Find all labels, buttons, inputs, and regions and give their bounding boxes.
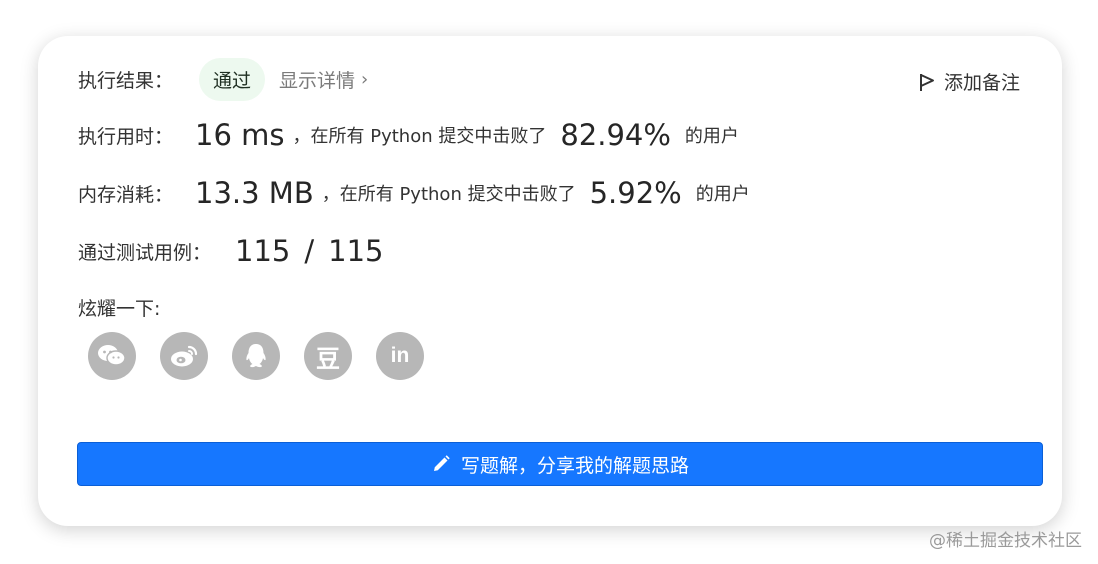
runtime-suffix: 的用户 [684, 126, 739, 147]
share-row-label: 炫耀一下: [78, 294, 160, 321]
douban-icon[interactable]: 豆 [304, 332, 352, 380]
share-label: 炫耀一下: [78, 298, 161, 320]
chevron-right-icon: › [361, 69, 369, 90]
runtime-row: 执行用时： 16 ms ，在所有 Python 提交中击败了 82.94% 的用… [78, 118, 739, 152]
weibo-icon[interactable] [160, 332, 208, 380]
tests-row: 通过测试用例： 115 / 115 [78, 234, 384, 268]
memory-label: 内存消耗： [78, 183, 174, 206]
result-label: 执行结果： [78, 70, 174, 92]
show-details-link[interactable]: 显示详情 › [279, 66, 368, 93]
add-note-button[interactable]: 添加备注 [918, 68, 1020, 95]
write-solution-button[interactable]: 写题解，分享我的解题思路 [77, 442, 1043, 486]
runtime-prefix: ，在所有 Python 提交中击败了 [292, 126, 547, 147]
tests-passed: 115 [235, 234, 291, 268]
wechat-icon[interactable] [88, 332, 136, 380]
linkedin-glyph: in [390, 344, 410, 367]
qq-icon[interactable] [232, 332, 280, 380]
memory-value: 13.3 MB [195, 176, 314, 210]
memory-suffix: 的用户 [695, 184, 750, 205]
result-card: 执行结果： 通过 显示详情 › 添加备注 执行用时： 16 ms ，在所有 Py… [38, 36, 1062, 526]
tests-label: 通过测试用例： [78, 241, 212, 264]
memory-row: 内存消耗： 13.3 MB ，在所有 Python 提交中击败了 5.92% 的… [78, 176, 750, 210]
tests-separator: / [304, 234, 315, 268]
memory-prefix: ，在所有 Python 提交中击败了 [321, 184, 576, 205]
share-icons: 豆 in [88, 332, 448, 380]
flag-icon [919, 73, 934, 91]
write-solution-label: 写题解，分享我的解题思路 [460, 454, 689, 477]
tests-total: 115 [328, 234, 384, 268]
add-note-label: 添加备注 [943, 72, 1020, 94]
runtime-value: 16 ms [195, 118, 285, 152]
result-row: 执行结果： 通过 显示详情 › [78, 58, 368, 101]
pencil-icon [433, 455, 450, 471]
runtime-percent: 82.94% [560, 118, 671, 152]
show-details-label: 显示详情 [279, 70, 356, 92]
linkedin-icon[interactable]: in [376, 332, 424, 380]
douban-glyph: 豆 [316, 344, 340, 373]
watermark: @稀土掘金技术社区 [929, 531, 1082, 551]
status-badge: 通过 [199, 58, 266, 101]
memory-percent: 5.92% [589, 176, 682, 210]
runtime-label: 执行用时： [78, 125, 174, 148]
